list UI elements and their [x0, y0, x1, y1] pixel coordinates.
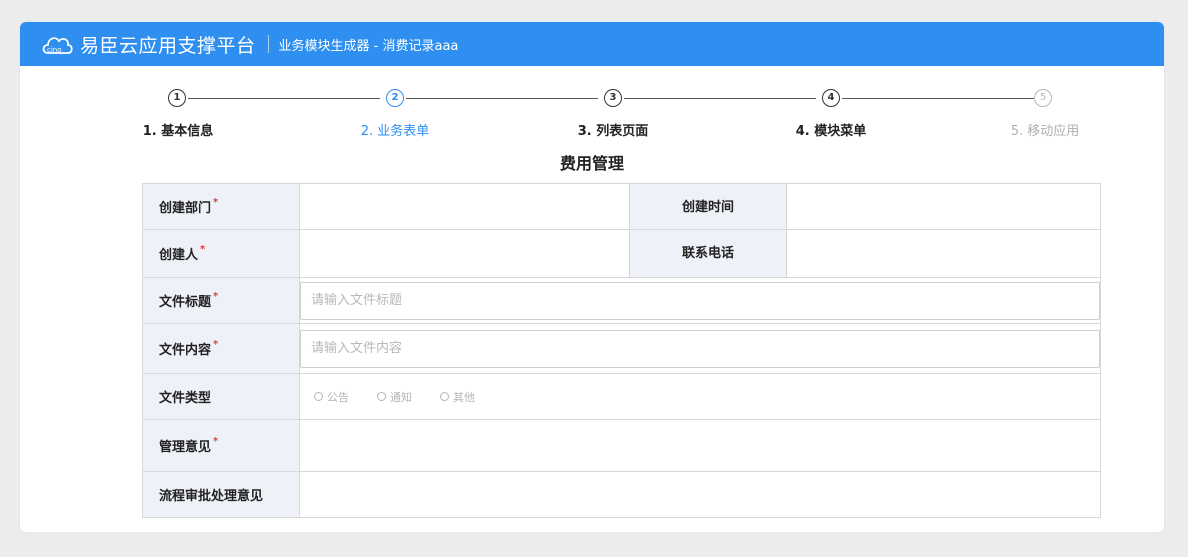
creator-label: 创建人 *: [142, 229, 300, 278]
step-connector: [188, 98, 380, 99]
radio-circle-icon[interactable]: [377, 392, 386, 401]
step-1-circle[interactable]: 1: [168, 89, 186, 107]
step-3-label[interactable]: 3. 列表页面: [553, 120, 673, 139]
process-value[interactable]: [299, 471, 1101, 518]
svg-text:cino: cino: [47, 46, 62, 54]
step-connector: [624, 98, 816, 99]
radio-notification[interactable]: 通知: [377, 389, 412, 405]
radio-circle-icon[interactable]: [314, 392, 323, 401]
step-5-label: 5. 移动应用: [1010, 124, 1080, 139]
radio-circle-icon[interactable]: [440, 392, 449, 401]
step-connector: [842, 98, 1034, 99]
opinion-value[interactable]: [299, 419, 1101, 472]
file-content-input[interactable]: [300, 329, 1100, 368]
process-label: 流程审批处理意见: [142, 471, 300, 518]
step-5-circle: 5: [1034, 89, 1052, 107]
brand-name: 易臣云应用支撑平台: [80, 34, 256, 57]
file-title-input[interactable]: [300, 281, 1100, 320]
app-window: cino 易臣云应用支撑平台 业务模块生成器 - 消费记录aaa 1 2 3 4…: [20, 22, 1164, 532]
step-4-circle[interactable]: 4: [822, 89, 840, 107]
form-row-opinion: 管理意见 *: [142, 419, 1101, 472]
module-title: 业务模块生成器 - 消费记录aaa: [278, 38, 459, 54]
radio-other[interactable]: 其他: [440, 389, 475, 405]
step-3-circle[interactable]: 3: [604, 89, 622, 107]
step-4-label[interactable]: 4. 模块菜单: [771, 120, 891, 139]
form-row-creator: 创建人 * 联系电话: [142, 229, 1101, 278]
step-2-label[interactable]: 2. 业务表单: [335, 120, 455, 139]
step-2-circle[interactable]: 2: [386, 89, 404, 107]
create-time-value[interactable]: [786, 183, 1101, 230]
form-row-file-type: 文件类型 公告 通知 其他: [142, 373, 1101, 420]
form-row-file-content: 文件内容 *: [142, 323, 1101, 374]
step-connector: [406, 98, 598, 99]
form-row-dept: 创建部门 * 创建时间: [142, 183, 1101, 230]
form-row-process: 流程审批处理意见: [142, 471, 1101, 518]
creator-value[interactable]: [299, 229, 630, 278]
phone-label: 联系电话: [629, 229, 787, 278]
business-form-table: 创建部门* 创建时间 创建人* 联系电话 文件标题* 文件内容* 文件类型: [142, 183, 1101, 518]
step-1-label[interactable]: 1. 基本信息: [118, 120, 238, 139]
form-row-file-title: 文件标题 *: [142, 277, 1101, 324]
opinion-label: 管理意见 *: [142, 419, 300, 472]
file-title-label: 文件标题 *: [142, 277, 300, 324]
dept-label: 创建部门 *: [142, 183, 300, 230]
file-type-radio-group: 公告 通知 其他: [300, 389, 1100, 405]
phone-value[interactable]: [786, 229, 1101, 278]
file-content-label: 文件内容 *: [142, 323, 300, 374]
file-type-label: 文件类型: [142, 373, 300, 420]
title-bar: cino 易臣云应用支撑平台 业务模块生成器 - 消费记录aaa: [20, 22, 1164, 66]
radio-notice[interactable]: 公告: [314, 389, 349, 405]
form-title: 费用管理: [559, 154, 624, 173]
create-time-label: 创建时间: [629, 183, 787, 230]
cloud-logo-icon: cino: [40, 31, 74, 57]
dept-value[interactable]: [299, 183, 630, 230]
title-divider: [267, 35, 269, 53]
wizard-steps: 1 2 3 4 5 1. 基本信息 2. 业务表单 3. 列表页面 4. 模块菜…: [20, 66, 1164, 140]
